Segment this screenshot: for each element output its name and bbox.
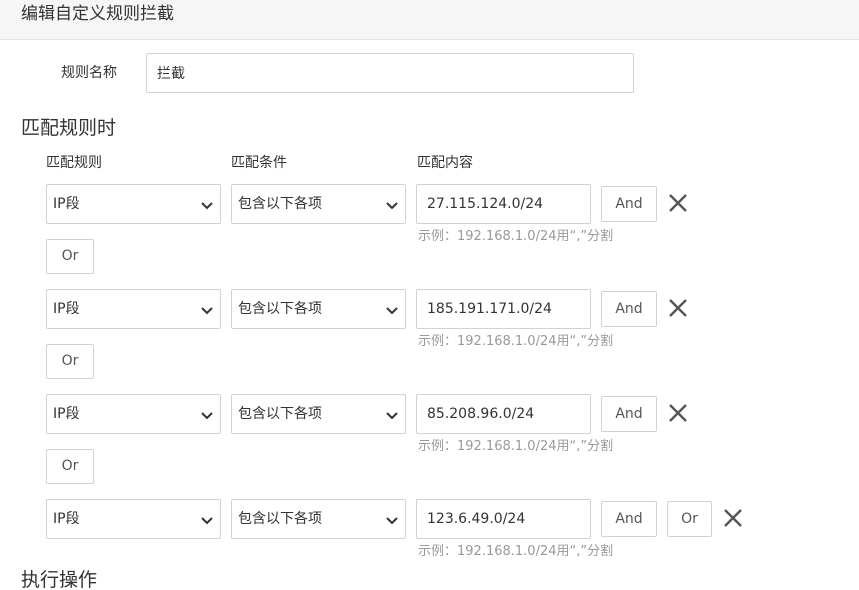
dialog-header: 编辑自定义规则拦截 [0,0,859,40]
chevron-down-icon [201,412,213,420]
and-button[interactable]: And [601,501,657,537]
column-header-condition: 匹配条件 [231,155,287,171]
edit-custom-rule-page: 编辑自定义规则拦截 规则名称 匹配规则时 匹配规则 匹配条件 匹配内容 IP段 … [0,0,859,590]
rule-name-label: 规则名称 [61,65,117,81]
match-content-hint: 示例：192.168.1.0/24用“,”分割 [418,334,614,349]
condition-select[interactable]: 包含以下各项 [231,184,406,224]
page-title: 编辑自定义规则拦截 [21,4,174,24]
close-icon[interactable] [723,508,743,528]
rule-type-value: IP段 [53,196,80,212]
condition-value: 包含以下各项 [238,406,322,422]
chevron-down-icon [201,202,213,210]
close-icon[interactable] [668,403,688,423]
match-section-title: 匹配规则时 [21,117,117,139]
chevron-down-icon [386,202,398,210]
chevron-down-icon [201,517,213,525]
match-content-input[interactable] [416,184,591,224]
and-button[interactable]: And [601,186,657,222]
close-icon[interactable] [668,298,688,318]
or-button[interactable]: Or [46,239,94,274]
or-button[interactable]: Or [46,449,94,484]
condition-value: 包含以下各项 [238,301,322,317]
match-content-input[interactable] [416,499,591,539]
or-button[interactable]: Or [46,344,94,379]
match-content-hint: 示例：192.168.1.0/24用“,”分割 [418,544,614,559]
condition-select[interactable]: 包含以下各项 [231,394,406,434]
close-icon[interactable] [668,193,688,213]
rule-type-select[interactable]: IP段 [46,394,221,434]
rule-type-value: IP段 [53,511,80,527]
rule-type-select[interactable]: IP段 [46,184,221,224]
rule-type-select[interactable]: IP段 [46,499,221,539]
column-header-rule: 匹配规则 [46,155,102,171]
rule-type-select[interactable]: IP段 [46,289,221,329]
match-content-input[interactable] [416,394,591,434]
rule-type-value: IP段 [53,406,80,422]
chevron-down-icon [386,412,398,420]
chevron-down-icon [201,307,213,315]
match-content-hint: 示例：192.168.1.0/24用“,”分割 [418,439,614,454]
rule-name-input[interactable] [146,53,634,93]
condition-value: 包含以下各项 [238,511,322,527]
action-section-title: 执行操作 [21,569,98,590]
chevron-down-icon [386,517,398,525]
column-header-content: 匹配内容 [417,155,473,171]
match-content-input[interactable] [416,289,591,329]
rule-type-value: IP段 [53,301,80,317]
condition-value: 包含以下各项 [238,196,322,212]
and-button[interactable]: And [601,291,657,327]
or-button[interactable]: Or [667,501,712,537]
condition-select[interactable]: 包含以下各项 [231,499,406,539]
and-button[interactable]: And [601,396,657,432]
match-content-hint: 示例：192.168.1.0/24用“,”分割 [418,229,614,244]
condition-select[interactable]: 包含以下各项 [231,289,406,329]
chevron-down-icon [386,307,398,315]
